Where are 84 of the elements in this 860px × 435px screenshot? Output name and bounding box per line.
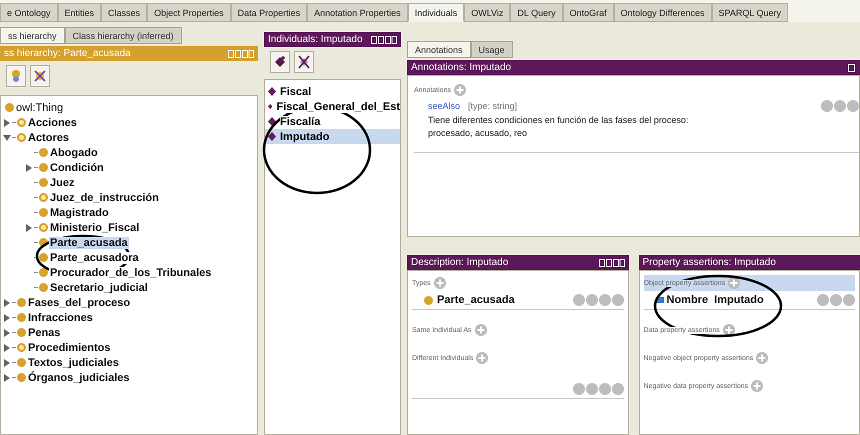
info-icon[interactable] <box>847 100 859 112</box>
expand-toggle[interactable] <box>3 298 11 306</box>
tab[interactable]: Individuals <box>408 3 464 22</box>
tab[interactable]: Annotations <box>407 41 471 58</box>
help-icon[interactable] <box>817 294 829 306</box>
panel-title: ss hierarchy: Parte_acusada <box>4 48 131 59</box>
tree-item[interactable]: Penas <box>27 326 62 338</box>
tree-item[interactable]: Ministerio_Fiscal <box>49 222 140 234</box>
expand-toggle[interactable] <box>3 134 11 142</box>
delete-individual-button[interactable] <box>294 51 314 73</box>
delete-icon[interactable] <box>843 294 855 306</box>
tree-item[interactable]: Órganos_judiciales <box>27 372 130 384</box>
subclass-icon <box>9 69 23 83</box>
individual-item[interactable]: Fiscalía <box>265 114 400 129</box>
expand-toggle[interactable] <box>3 118 11 126</box>
panel-title: Individuals: Imputado <box>268 34 363 45</box>
expand-toggle[interactable] <box>3 358 11 366</box>
tree-item[interactable]: Magistrado <box>49 206 110 218</box>
annotation-text: Tiene diferentes condiciones en función de las fases del proceso: <box>428 114 690 127</box>
tab[interactable]: Data Properties <box>230 3 308 22</box>
add-individual-button[interactable] <box>270 51 290 73</box>
tab[interactable]: Object Properties <box>147 3 231 22</box>
delete-icon[interactable] <box>834 100 846 112</box>
tab[interactable]: Entities <box>58 3 102 22</box>
tree-item[interactable]: Condición <box>49 162 105 174</box>
expand-toggle[interactable] <box>3 374 11 382</box>
delete-icon <box>297 55 311 69</box>
delete-class-button[interactable] <box>30 65 50 87</box>
tab[interactable]: Annotation Properties <box>307 3 408 22</box>
add-diamond-icon <box>273 55 287 69</box>
delete-icon <box>33 69 47 83</box>
tab[interactable]: OntoGraf <box>562 3 614 22</box>
tab[interactable]: Classes <box>101 3 148 22</box>
tree-item[interactable]: Fases_del_proceso <box>27 296 132 308</box>
panel-title: Description: Imputado <box>411 257 508 268</box>
annotation-text: procesado, acusado, reo <box>428 127 528 140</box>
expand-toggle[interactable] <box>3 344 11 352</box>
tab[interactable]: e Ontology <box>0 3 58 22</box>
tree-item[interactable]: Abogado <box>49 146 99 158</box>
help-icon[interactable] <box>572 294 584 306</box>
tree-item[interactable]: Secretario_judicial <box>49 282 149 294</box>
info-icon[interactable] <box>612 294 624 306</box>
class-icon <box>424 296 433 304</box>
tree-item[interactable]: Juez_de_instrucción <box>49 192 160 204</box>
edit-icon[interactable] <box>830 294 842 306</box>
add-subclass-button[interactable] <box>6 65 26 87</box>
tree-item[interactable]: Acciones <box>27 116 78 128</box>
tree-item[interactable]: Procedimientos <box>27 342 112 354</box>
help-icon[interactable] <box>572 383 584 395</box>
delete-icon[interactable] <box>598 294 610 306</box>
tree-item[interactable]: Juez <box>49 176 76 188</box>
expand-toggle[interactable] <box>3 328 11 336</box>
individual-item[interactable]: Fiscal <box>265 84 400 99</box>
edit-icon[interactable] <box>586 383 598 395</box>
view-controls-icon[interactable] <box>598 258 624 266</box>
property-link[interactable]: seeAlso <box>428 101 460 111</box>
tree-item[interactable]: Textos_judiciales <box>27 356 120 368</box>
panel-title: Annotations: Imputado <box>411 62 512 73</box>
tab[interactable]: DL Query <box>510 3 563 22</box>
view-controls-icon[interactable] <box>371 36 397 44</box>
delete-icon[interactable] <box>598 383 610 395</box>
type-item[interactable]: Parte_acusada <box>437 294 515 306</box>
individual-item[interactable]: Imputado <box>265 129 400 144</box>
tab[interactable]: SPARQL Query <box>712 3 788 22</box>
expand-toggle[interactable] <box>25 164 33 172</box>
tab[interactable]: Usage <box>470 41 513 58</box>
tree-item[interactable]: Infracciones <box>27 312 94 324</box>
expand-toggle[interactable] <box>3 314 11 322</box>
tab[interactable]: OWLViz <box>464 3 510 22</box>
tab[interactable]: Ontology Differences <box>614 3 712 22</box>
tree-item[interactable]: Actores <box>27 132 70 144</box>
add-icon[interactable] <box>722 324 735 336</box>
assertion-item[interactable]: Nombre Imputado <box>666 294 764 306</box>
info-icon[interactable] <box>612 383 624 395</box>
add-icon[interactable] <box>728 277 740 289</box>
edit-icon[interactable] <box>586 294 598 306</box>
edit-icon[interactable] <box>821 100 833 112</box>
tab[interactable]: ss hierarchy <box>0 27 65 44</box>
panel-title: Property assertions: Imputado <box>642 257 776 268</box>
expand-toggle[interactable] <box>25 224 33 232</box>
view-controls-icon[interactable] <box>848 64 856 72</box>
type-label: [type: string] <box>468 101 518 111</box>
tab[interactable]: Class hierarchy (inferred) <box>64 27 182 44</box>
tree-item[interactable]: owl:Thing <box>15 102 64 114</box>
